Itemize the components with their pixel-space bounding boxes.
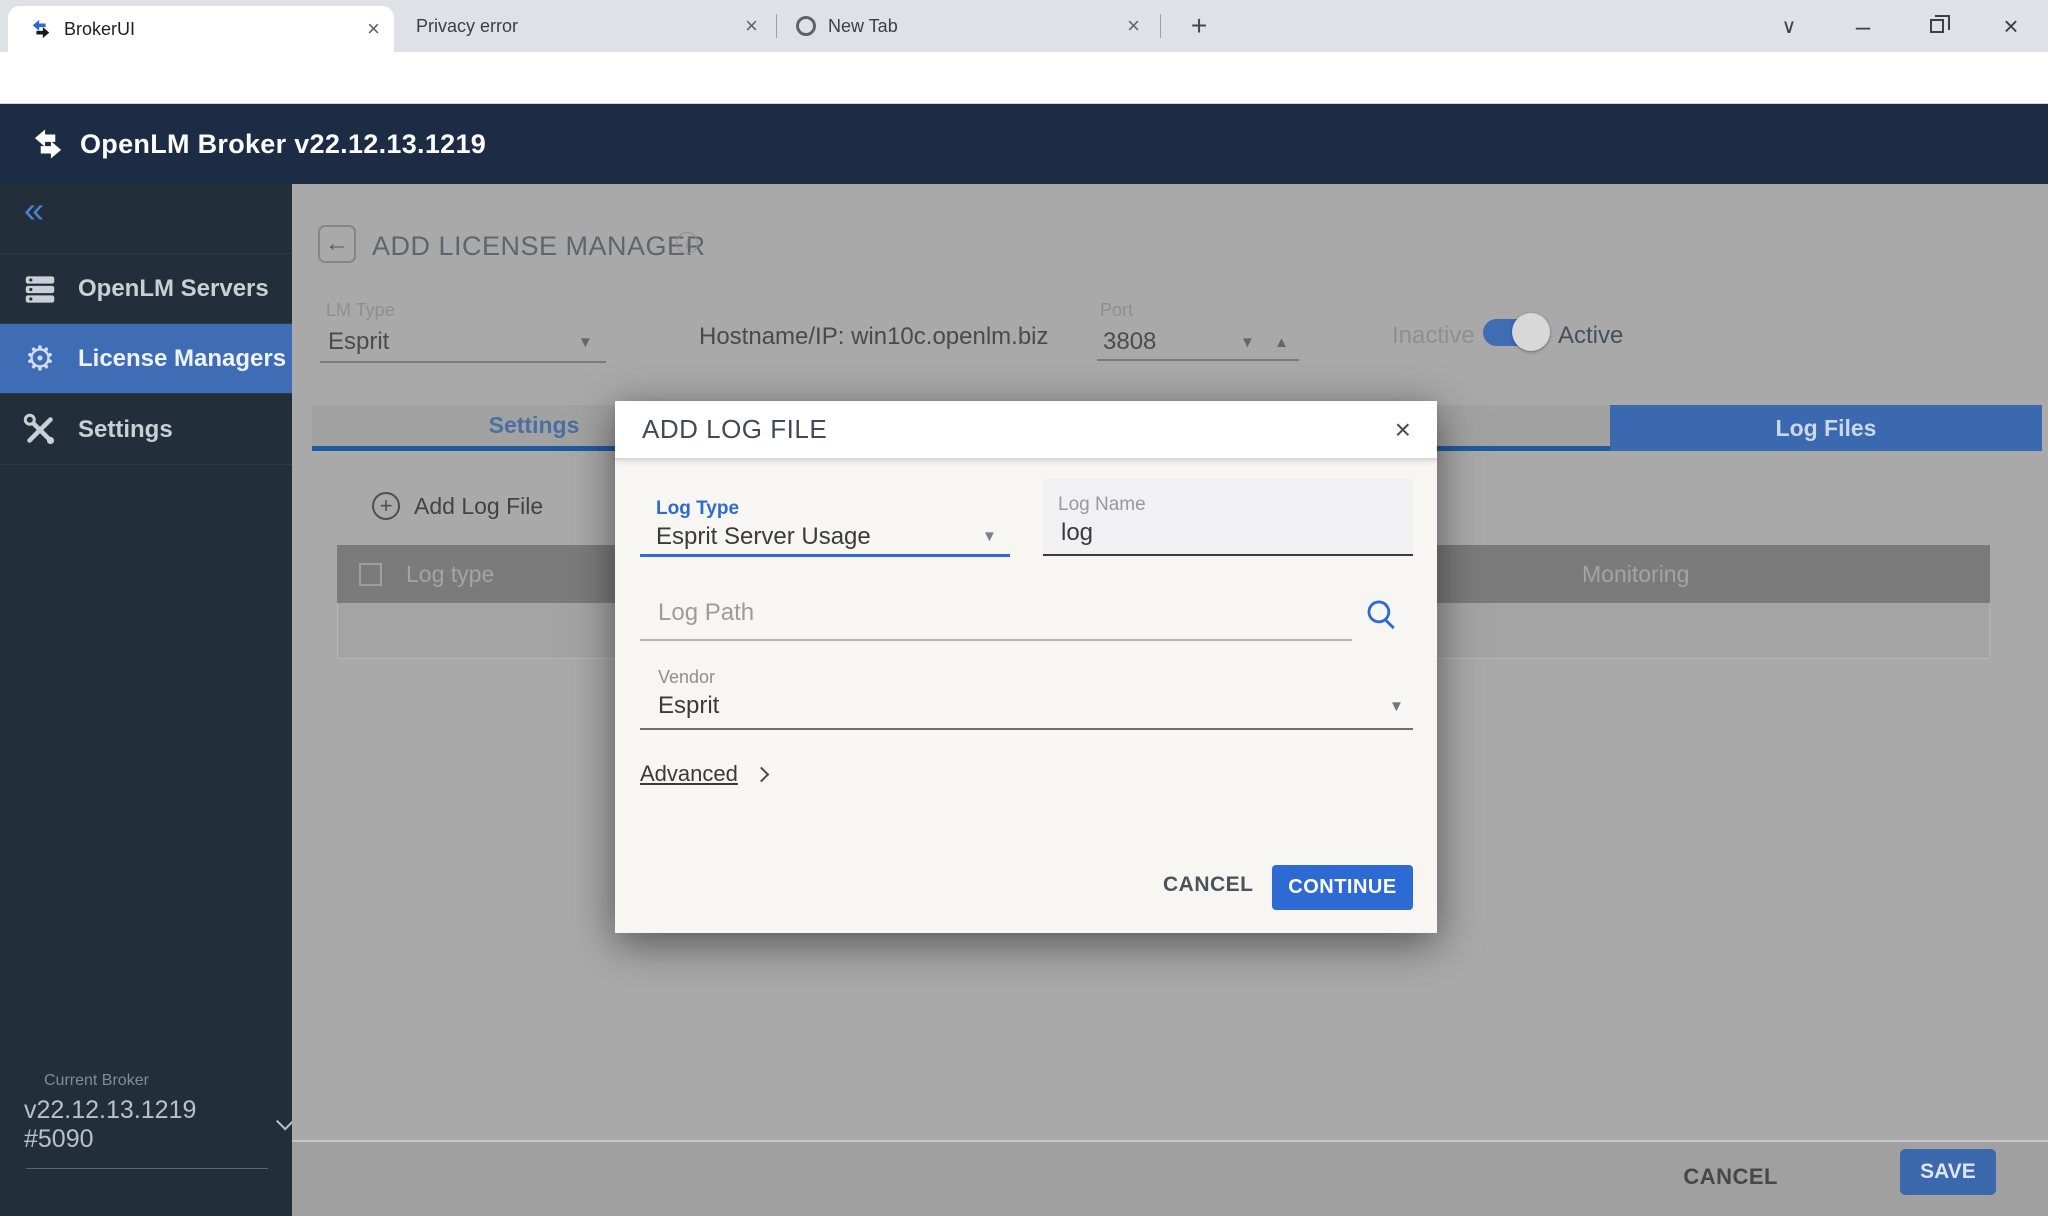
dialog-header: ADD LOG FILE × (615, 401, 1437, 460)
tab-close-icon[interactable]: × (367, 18, 380, 40)
tab-separator (1160, 14, 1161, 38)
log-type-select[interactable]: Esprit Server Usage (656, 523, 871, 551)
newtab-favicon (796, 16, 816, 36)
tools-icon (18, 412, 62, 448)
column-monitoring: Monitoring (1582, 561, 1689, 588)
sidebar-item-settings[interactable]: Settings (0, 395, 292, 465)
select-all-checkbox[interactable] (359, 563, 382, 586)
tab-label: Settings (489, 412, 580, 439)
tab-close-icon[interactable]: × (1127, 15, 1140, 37)
sidebar-item-label: Settings (78, 416, 173, 444)
caret-down-icon[interactable]: ▼ (1240, 334, 1255, 351)
caret-down-icon[interactable]: ▼ (578, 334, 593, 351)
column-log-type: Log type (406, 561, 494, 588)
screen: BrokerUI × Privacy error × New Tab × + ∨… (0, 0, 2048, 1216)
add-log-file-button[interactable]: + Add Log File (372, 492, 543, 520)
sidebar: « OpenLM Servers ⚙ License Managers (0, 184, 292, 1216)
tab-search-chevron-icon[interactable]: ∨ (1761, 0, 1817, 52)
dialog-close-icon[interactable]: × (1395, 416, 1411, 444)
openlm-logo-icon (30, 128, 66, 160)
sidebar-item-license-managers[interactable]: ⚙ License Managers (0, 324, 292, 394)
hostname-text: Hostname/IP: win10c.openlm.biz (699, 323, 1049, 351)
caret-up-icon[interactable]: ▲ (1274, 334, 1289, 351)
add-log-file-label: Add Log File (414, 493, 543, 520)
log-path-underline (640, 639, 1352, 641)
search-icon[interactable] (1364, 597, 1398, 631)
page-save-button[interactable]: SAVE (1900, 1149, 1996, 1195)
lm-type-value[interactable]: Esprit (328, 328, 389, 356)
vendor-label: Vendor (658, 667, 715, 688)
log-type-label: Log Type (656, 498, 739, 520)
sidebar-item-label: License Managers (78, 345, 286, 373)
advanced-link[interactable]: Advanced (640, 761, 767, 787)
browser-tab-new-tab[interactable]: New Tab × (782, 0, 1154, 52)
tab-close-icon[interactable]: × (745, 15, 758, 37)
inactive-label: Inactive (1392, 322, 1475, 350)
current-broker-value: v22.12.13.1219 #5090 (24, 1096, 257, 1154)
page-back-button[interactable]: ← (318, 225, 356, 263)
caret-down-icon[interactable]: ▼ (1389, 698, 1404, 715)
tab-title: BrokerUI (64, 19, 135, 40)
current-broker-selector[interactable]: Current Broker v22.12.13.1219 #5090 (0, 1072, 292, 1169)
tab-title: New Tab (828, 16, 898, 37)
port-label: Port (1100, 300, 1133, 321)
field-underline (1097, 359, 1299, 361)
browser-tab-privacy-error[interactable]: Privacy error × (400, 0, 772, 52)
vendor-select[interactable]: Esprit (658, 692, 719, 720)
browser-tab-strip: BrokerUI × Privacy error × New Tab × + ∨… (0, 0, 2048, 52)
chevron-right-icon (754, 766, 770, 782)
add-log-file-dialog: ADD LOG FILE × Log Type Esprit Server Us… (615, 401, 1437, 933)
tab-title: Privacy error (416, 16, 518, 37)
advanced-label: Advanced (640, 761, 738, 787)
sidebar-collapse-icon[interactable]: « (24, 192, 44, 228)
tab-separator (776, 14, 777, 38)
gear-icon: ⚙ (18, 342, 62, 376)
tab-log-files[interactable]: Log Files (1610, 405, 2042, 451)
dialog-continue-button[interactable]: CONTINUE (1272, 865, 1413, 910)
dialog-cancel-button[interactable]: CANCEL (1163, 873, 1254, 897)
log-name-label: Log Name (1058, 494, 1146, 516)
window-close-button[interactable]: × (1983, 0, 2039, 52)
active-label: Active (1558, 322, 1623, 350)
log-name-underline (1043, 554, 1413, 556)
window-minimize-button[interactable]: – (1835, 0, 1891, 52)
new-tab-button[interactable]: + (1182, 10, 1216, 44)
plus-circle-icon: + (372, 492, 400, 520)
active-toggle-knob[interactable] (1512, 313, 1550, 351)
port-value[interactable]: 3808 (1103, 328, 1156, 356)
app-header: OpenLM Broker v22.12.13.1219 (0, 104, 2048, 184)
browser-tab-brokerui[interactable]: BrokerUI × (8, 6, 394, 52)
caret-down-icon[interactable]: ▼ (982, 528, 997, 545)
log-type-underline (640, 554, 1010, 557)
log-name-input[interactable] (1061, 519, 1401, 547)
divider (26, 1168, 268, 1169)
dialog-title: ADD LOG FILE (642, 414, 827, 445)
sidebar-item-openlm-servers[interactable]: OpenLM Servers (0, 254, 292, 324)
page-footer: CANCEL SAVE (292, 1142, 2048, 1216)
tab-label: Log Files (1776, 415, 1877, 442)
lm-type-label: LM Type (326, 300, 395, 321)
window-restore-button[interactable] (1909, 0, 1965, 52)
field-underline (320, 361, 606, 363)
page-cancel-button[interactable]: CANCEL (1683, 1164, 1778, 1190)
page-title: ADD LICENSE MANAGER (372, 231, 706, 262)
log-path-input[interactable] (658, 599, 1298, 627)
sidebar-item-label: OpenLM Servers (78, 275, 269, 303)
brokerui-favicon (30, 18, 52, 40)
page-info-icon: i (676, 232, 698, 254)
current-broker-label: Current Broker (44, 1072, 292, 1090)
vendor-underline (640, 728, 1413, 730)
browser-toolbar: ← → i localhost:5090/#/license-managers/… (0, 52, 2048, 104)
app-title: OpenLM Broker v22.12.13.1219 (80, 129, 486, 160)
restore-icon (1930, 19, 1944, 33)
servers-icon (18, 270, 62, 308)
